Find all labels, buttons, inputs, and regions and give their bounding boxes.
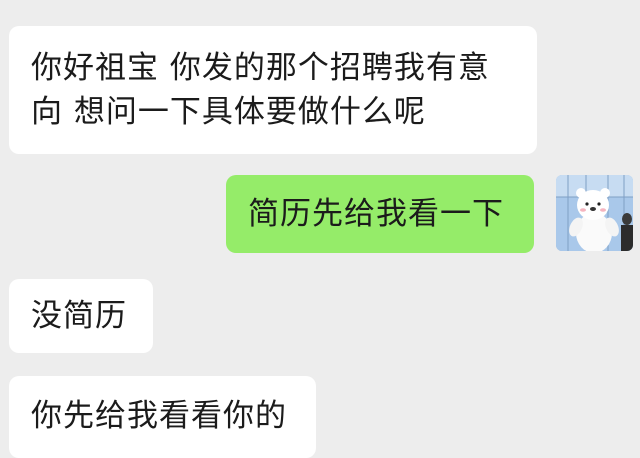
message-bubble-incoming[interactable]: 你先给我看看你的 bbox=[9, 376, 316, 458]
message-bubble-outgoing[interactable]: 简历先给我看一下 bbox=[226, 175, 534, 253]
message-bubble-incoming[interactable]: 你好祖宝 你发的那个招聘我有意 向 想问一下具体要做什么呢 bbox=[9, 26, 537, 154]
chat-conversation: 你好祖宝 你发的那个招聘我有意 向 想问一下具体要做什么呢 简历先给我看一下 没… bbox=[0, 0, 640, 458]
message-bubble-incoming[interactable]: 没简历 bbox=[9, 279, 153, 353]
user-avatar[interactable] bbox=[556, 175, 633, 251]
bear-mascot-avatar-icon bbox=[556, 175, 633, 251]
